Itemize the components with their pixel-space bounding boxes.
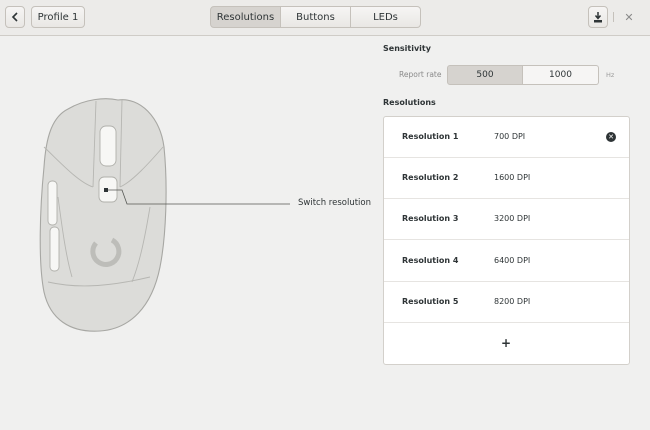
report-rate-500[interactable]: 500 [447, 65, 523, 85]
resolution-name: Resolution 5 [402, 297, 459, 306]
report-rate-1000[interactable]: 1000 [523, 65, 599, 85]
resolution-row[interactable]: Resolution 3 3200 DPI [384, 199, 629, 240]
resolution-name: Resolution 4 [402, 256, 459, 265]
resolutions-title: Resolutions [383, 98, 436, 107]
resolution-value: 1600 DPI [494, 173, 531, 182]
download-icon [594, 11, 602, 22]
resolution-name: Resolution 3 [402, 214, 459, 223]
sensitivity-title: Sensitivity [383, 44, 431, 53]
remove-resolution-icon[interactable]: ✕ [606, 132, 616, 142]
header-bar: Profile 1 Resolutions Buttons LEDs ✕ [0, 0, 650, 36]
resolution-row[interactable]: Resolution 5 8200 DPI [384, 282, 629, 323]
close-button[interactable]: ✕ [622, 9, 636, 25]
add-resolution-button[interactable]: + [384, 324, 629, 364]
resolution-value: 6400 DPI [494, 256, 531, 265]
header-separator [613, 12, 614, 22]
chevron-left-icon [11, 12, 18, 22]
resolution-row[interactable]: Resolution 1 700 DPI ✕ [384, 117, 629, 158]
back-button[interactable] [5, 6, 25, 28]
profile-selector-button[interactable]: Profile 1 [31, 6, 85, 28]
tab-buttons[interactable]: Buttons [281, 6, 351, 28]
tab-resolutions[interactable]: Resolutions [210, 6, 281, 28]
close-icon: ✕ [624, 10, 634, 24]
tab-leds[interactable]: LEDs [351, 6, 421, 28]
resolutions-list: Resolution 1 700 DPI ✕ Resolution 2 1600… [383, 116, 630, 365]
mouse-diagram [39, 98, 290, 332]
resolution-row[interactable]: Resolution 2 1600 DPI [384, 158, 629, 199]
report-rate-label: Report rate [399, 70, 442, 79]
resolution-name: Resolution 2 [402, 173, 459, 182]
plus-icon: + [501, 336, 512, 350]
switch-resolution-callout: Switch resolution [298, 198, 372, 208]
page-tabs: Resolutions Buttons LEDs [210, 6, 421, 28]
resolution-value: 8200 DPI [494, 297, 531, 306]
save-button[interactable] [588, 6, 608, 28]
resolution-value: 3200 DPI [494, 214, 531, 223]
resolution-value: 700 DPI [494, 132, 526, 141]
mouse-illustration-area: Switch resolution [0, 37, 375, 430]
resolution-name: Resolution 1 [402, 132, 459, 141]
resolution-row[interactable]: Resolution 4 6400 DPI [384, 241, 629, 282]
report-rate-unit: Hz [606, 71, 615, 79]
report-rate-selector: 500 1000 [447, 65, 599, 85]
